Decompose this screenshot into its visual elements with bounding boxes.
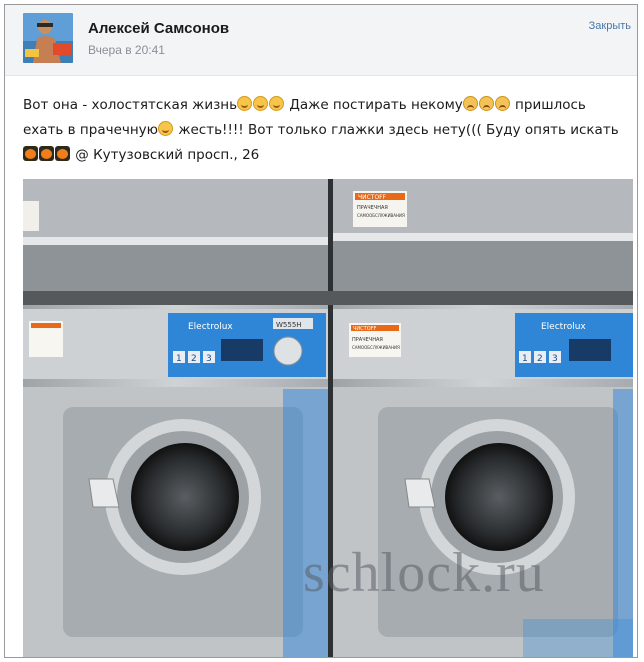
- jack-o-lantern-emoji-icon: [39, 146, 54, 161]
- disappointed-emoji-icon: [462, 96, 478, 111]
- avatar[interactable]: [23, 13, 73, 63]
- jack-o-lantern-emoji-icon: [55, 146, 70, 161]
- brand-label: Electrolux: [541, 322, 586, 332]
- program-button: 2: [537, 354, 543, 364]
- program-button: 3: [552, 354, 558, 364]
- laundry-photo: ЧИСТОFF ПРАЧЕЧНАЯ САМООБСЛУЖИВАНИЯ Elect…: [23, 179, 633, 657]
- disappointed-emoji-icon: [478, 96, 494, 111]
- location-link[interactable]: @ Кутузовский просп., 26: [71, 147, 259, 163]
- sticker-text: ЧИСТОFF: [358, 194, 387, 201]
- sticker-text: ПРАЧЕЧНАЯ: [357, 205, 388, 211]
- model-label: W555H: [276, 321, 302, 329]
- jack-o-lantern-emoji-icon: [23, 146, 38, 161]
- post-text: Вот она - холостятская жизнь Даже постир…: [23, 93, 623, 168]
- author-name[interactable]: Алексей Самсонов: [88, 20, 229, 37]
- program-button: 1: [522, 354, 528, 364]
- program-button: 3: [206, 354, 212, 364]
- post-photo[interactable]: ЧИСТОFF ПРАЧЕЧНАЯ САМООБСЛУЖИВАНИЯ Elect…: [23, 179, 633, 657]
- post-text-part: Вот она - холостятская жизнь: [23, 97, 238, 113]
- post-text-part: Даже постирать некому: [285, 97, 463, 113]
- laughing-emoji-icon: [237, 96, 253, 111]
- sticker-text: ПРАЧЕЧНАЯ: [352, 337, 383, 343]
- post-card: Алексей Самсонов Вчера в 20:41 Закрыть В…: [4, 4, 638, 658]
- post-timestamp[interactable]: Вчера в 20:41: [88, 43, 165, 57]
- laughing-emoji-icon: [269, 96, 285, 111]
- brand-label: Electrolux: [188, 322, 233, 332]
- sticker-text: ЧИСТОFF: [353, 326, 377, 332]
- post-header: Алексей Самсонов Вчера в 20:41 Закрыть: [5, 5, 637, 76]
- close-button[interactable]: Закрыть: [589, 20, 631, 32]
- program-button: 1: [176, 354, 182, 364]
- laughing-emoji-icon: [158, 121, 174, 136]
- post-text-part: жесть!!!! Вот только глажки здесь нету((…: [174, 122, 619, 138]
- laughing-emoji-icon: [253, 96, 269, 111]
- avatar-image: [23, 13, 73, 63]
- disappointed-emoji-icon: [494, 96, 510, 111]
- program-button: 2: [191, 354, 197, 364]
- sticker-text: САМООБСЛУЖИВАНИЯ: [357, 213, 405, 218]
- sticker-text: САМООБСЛУЖИВАНИЯ: [352, 345, 400, 350]
